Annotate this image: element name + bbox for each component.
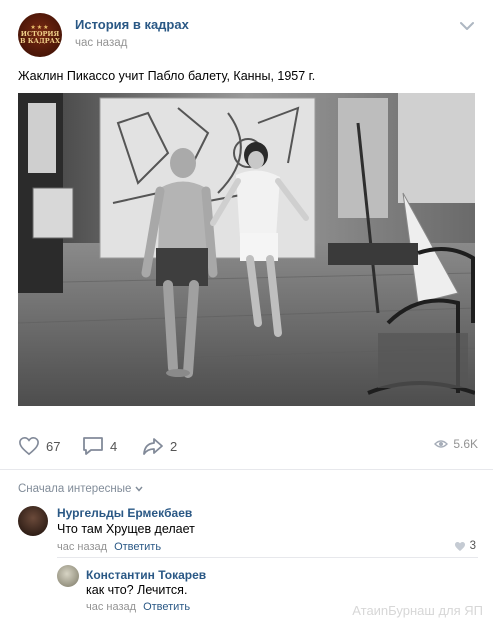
comment-time[interactable]: час назад	[86, 601, 136, 613]
comment-divider	[57, 557, 478, 558]
eye-icon	[434, 440, 449, 448]
comments-sort-dropdown[interactable]: Сначала интересные	[18, 483, 143, 495]
divider	[0, 469, 493, 470]
comment-item: Нургельды Ермекбаев Что там Хрущев делае…	[18, 506, 478, 556]
group-avatar[interactable]: ★★★ ИСТОРИЯ В КАДРАХ	[18, 13, 62, 57]
avatar-logo-line-2: В КАДРАХ	[20, 37, 60, 45]
post-header: ★★★ ИСТОРИЯ В КАДРАХ История в кадрах ча…	[18, 13, 478, 57]
comment-avatar[interactable]	[18, 506, 48, 536]
views-counter: 5.6K	[434, 437, 478, 451]
comment-author[interactable]: Нургельды Ермекбаев	[57, 506, 192, 520]
share-button[interactable]: 2	[142, 433, 177, 459]
comment-time[interactable]: час назад	[57, 541, 107, 553]
heart-icon	[19, 436, 39, 456]
post-photo[interactable]	[18, 93, 475, 406]
comment-button[interactable]: 4	[82, 433, 117, 459]
like-count: 67	[46, 438, 61, 454]
comment-icon	[83, 437, 103, 455]
sort-label: Сначала интересные	[18, 483, 132, 495]
reply-button[interactable]: Ответить	[143, 601, 190, 613]
comment-count: 4	[110, 438, 118, 454]
comment-meta: час назад Ответить	[57, 541, 161, 553]
comment-text: как что? Лечится.	[86, 583, 188, 597]
comment-like-button[interactable]: 3	[454, 540, 476, 552]
post-actions-bar: 67 4 2 5.6K	[18, 433, 478, 459]
chevron-down-icon	[135, 486, 143, 492]
comment-meta: час назад Ответить	[86, 601, 190, 613]
chevron-down-icon[interactable]	[460, 21, 474, 31]
comment-author[interactable]: Константин Токарев	[86, 568, 206, 582]
post-time[interactable]: час назад	[75, 37, 127, 49]
group-name-link[interactable]: История в кадрах	[75, 17, 189, 32]
reply-button[interactable]: Ответить	[114, 541, 161, 553]
heart-icon	[454, 541, 465, 551]
views-count: 5.6K	[453, 437, 478, 451]
share-count: 2	[170, 438, 178, 454]
comment-like-count: 3	[469, 540, 476, 552]
watermark: АтаиnБурнаш для ЯП	[352, 603, 483, 618]
post-text: Жаклин Пикассо учит Пабло балету, Канны,…	[18, 69, 316, 83]
comment-avatar[interactable]	[57, 565, 79, 587]
like-button[interactable]: 67	[18, 433, 60, 459]
share-arrow-icon	[143, 438, 163, 455]
comment-text: Что там Хрущев делает	[57, 522, 195, 536]
